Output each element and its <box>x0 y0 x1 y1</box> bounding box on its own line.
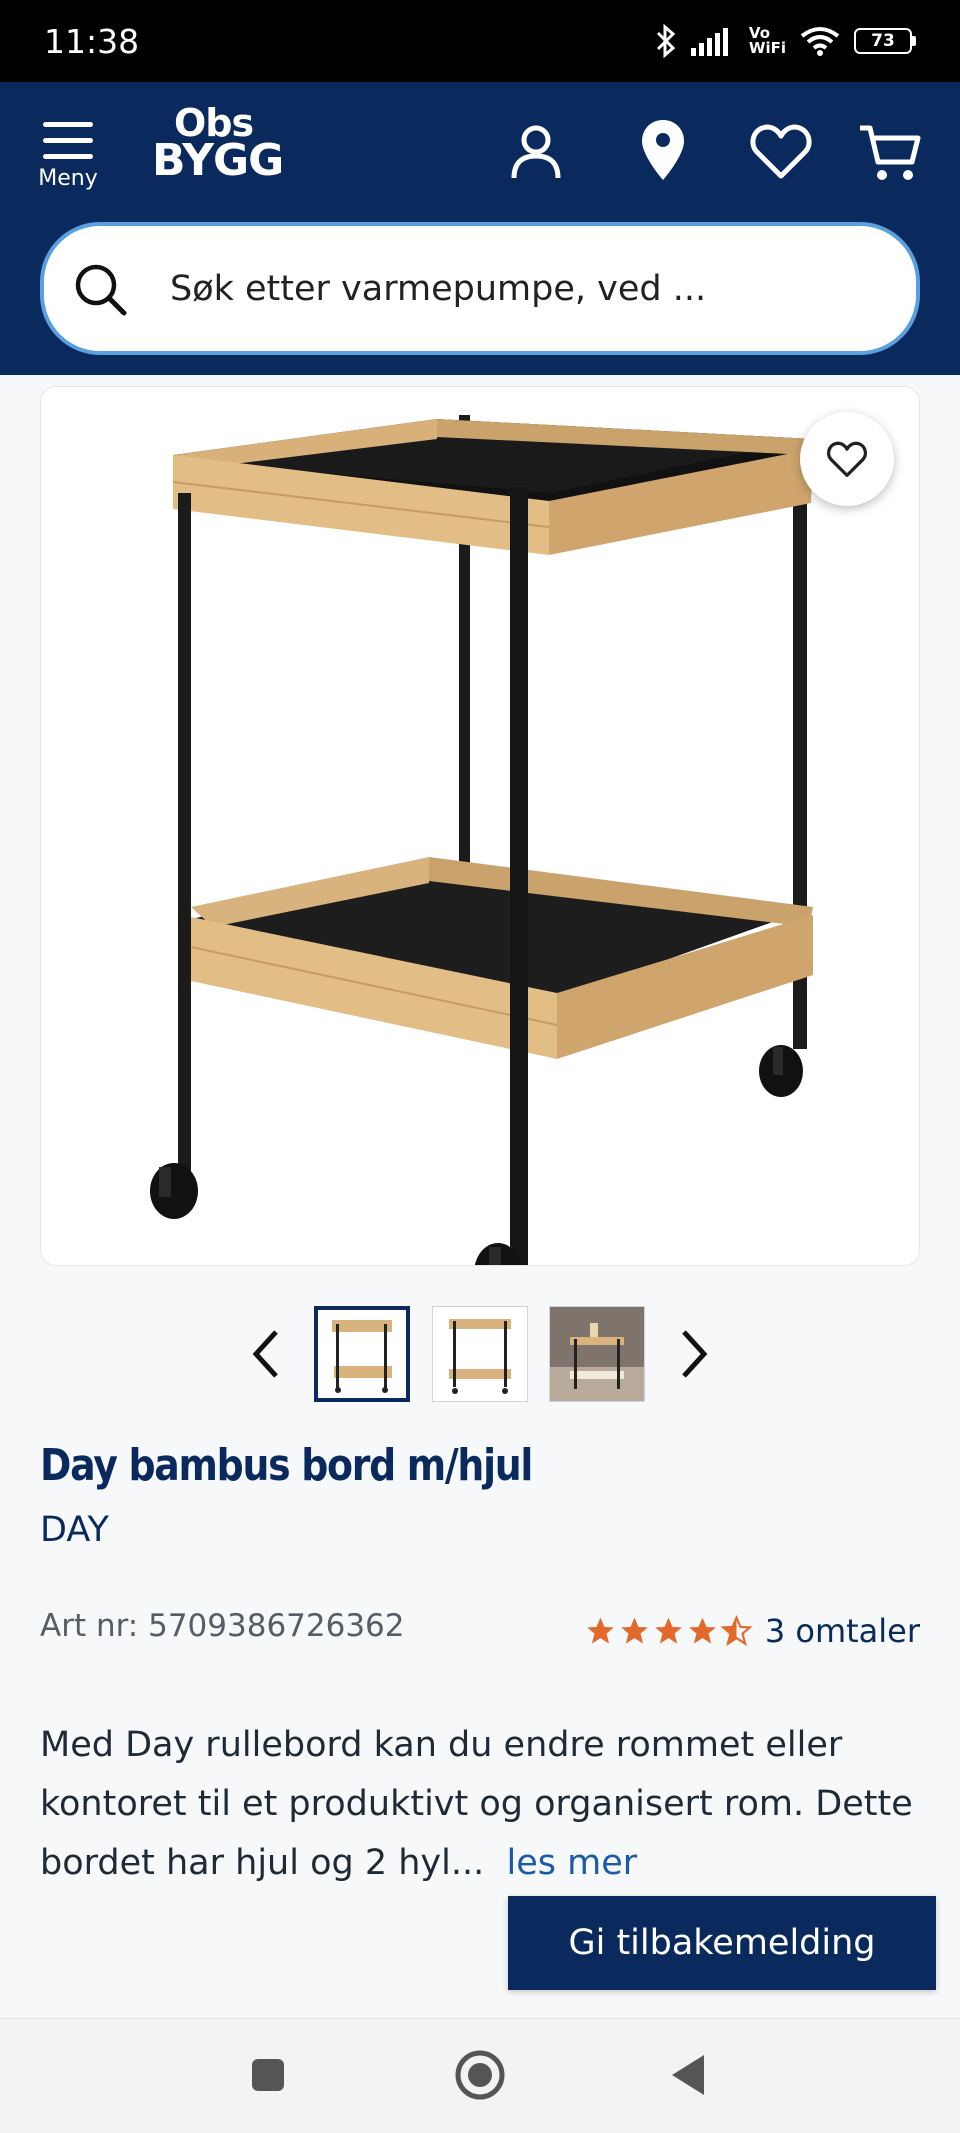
product-rating[interactable]: 3 omtaler <box>584 1612 920 1650</box>
vowifi-bottom: WiFi <box>748 39 786 57</box>
star-full-icon <box>688 1617 716 1644</box>
status-icons: Vo WiFi 73 <box>655 24 916 58</box>
thumbnail-2[interactable] <box>432 1306 528 1402</box>
home-icon[interactable] <box>454 2049 506 2101</box>
article-number: Art nr: 5709386726362 <box>40 1608 405 1644</box>
image-thumbnails <box>0 1306 960 1402</box>
star-full-icon <box>620 1617 648 1644</box>
thumbnail-image <box>332 1320 392 1393</box>
recent-apps-icon[interactable] <box>250 2057 286 2093</box>
system-nav-bar <box>0 2018 960 2133</box>
product-title: Day bambus bord m/hjul <box>40 1440 533 1491</box>
product-description: Med Day rullebord kan du endre rommet el… <box>40 1716 920 1893</box>
site-header: Meny Obs BYGG <box>0 82 960 375</box>
description-text: Med Day rullebord kan du endre rommet el… <box>40 1725 913 1883</box>
thumbnail-image <box>449 1319 511 1394</box>
chevron-left-icon[interactable] <box>246 1326 286 1382</box>
star-full-icon <box>586 1617 614 1644</box>
search-bar[interactable] <box>40 222 920 355</box>
review-count[interactable]: 3 omtaler <box>765 1612 920 1650</box>
back-icon[interactable] <box>670 2053 706 2097</box>
logo-bottom: BYGG <box>152 134 284 186</box>
bluetooth-icon <box>656 24 676 58</box>
wishlist-heart-icon[interactable] <box>750 122 812 180</box>
location-pin-icon[interactable] <box>640 118 686 182</box>
chevron-right-icon[interactable] <box>674 1326 714 1382</box>
serving-cart-image <box>150 415 813 1265</box>
cart-icon[interactable] <box>858 122 922 184</box>
search-icon[interactable] <box>72 261 128 317</box>
battery-icon: 73 <box>854 28 916 54</box>
battery-level: 73 <box>854 28 912 54</box>
rating-stars <box>584 1615 753 1647</box>
read-more-link[interactable]: les mer <box>507 1843 638 1883</box>
add-to-wishlist-button[interactable] <box>800 412 894 506</box>
signal-icon <box>690 28 728 56</box>
heart-outline-icon <box>826 441 868 478</box>
menu-button[interactable]: Meny <box>32 112 104 202</box>
account-icon[interactable] <box>506 122 566 182</box>
obs-bygg-logo[interactable]: Obs BYGG <box>152 104 284 186</box>
star-half-icon <box>720 1615 753 1647</box>
product-image[interactable] <box>40 386 920 1266</box>
vowifi-indicator: Vo WiFi <box>749 26 786 56</box>
product-brand[interactable]: DAY <box>40 1510 109 1550</box>
status-time: 11:38 <box>44 21 140 61</box>
thumbnail-1[interactable] <box>314 1306 410 1402</box>
search-input[interactable] <box>170 268 870 309</box>
hamburger-icon <box>43 122 93 160</box>
star-full-icon <box>654 1617 682 1644</box>
wifi-icon <box>800 27 840 56</box>
status-bar: 11:38 Vo WiFi 73 <box>0 0 960 82</box>
thumbnail-3[interactable] <box>549 1306 645 1402</box>
thumbnail-image <box>550 1307 644 1401</box>
feedback-button[interactable]: Gi tilbakemelding <box>508 1896 936 1990</box>
menu-label: Meny <box>38 166 98 191</box>
